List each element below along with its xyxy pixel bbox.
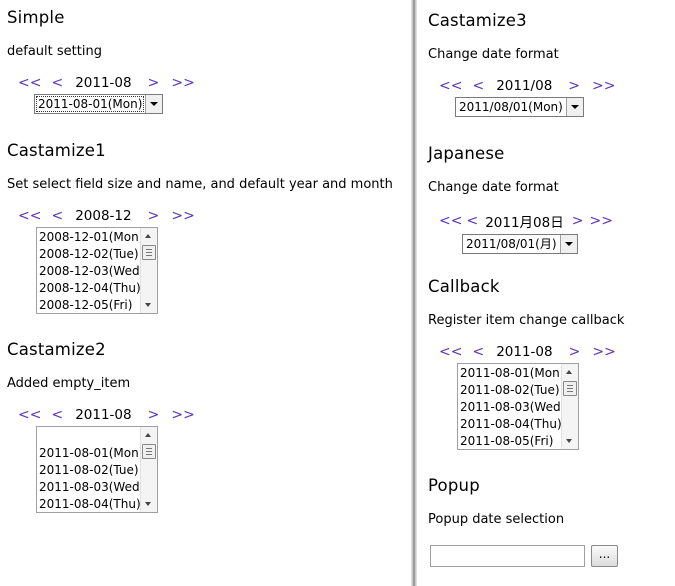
section-description: Change date format: [428, 180, 559, 195]
scroll-down-icon[interactable]: [566, 439, 572, 443]
chevron-down-icon[interactable]: [565, 98, 583, 116]
section-title: Castamize3: [428, 11, 527, 30]
section-description: Popup date selection: [428, 512, 565, 527]
current-month: 2011-08: [75, 407, 132, 423]
next-month-button[interactable]: >: [572, 213, 584, 229]
prev-month-button[interactable]: <: [51, 407, 63, 423]
prev-month-button[interactable]: <: [51, 75, 63, 91]
date-listbox[interactable]: 2011-08-01(Mon) 2011-08-02(Tue) 2011-08-…: [457, 363, 579, 450]
section-title: Castamize2: [7, 340, 106, 359]
chevron-down-icon[interactable]: [559, 235, 577, 253]
section-popup: Popup Popup date selection ...: [428, 476, 675, 586]
chevron-down-icon[interactable]: [145, 95, 163, 113]
section-castamize2: Castamize2 Added empty_item << < 2011-08…: [7, 340, 417, 513]
section-title: Simple: [7, 8, 65, 27]
date-select[interactable]: 2011/08/01(月): [462, 234, 578, 254]
date-select-value: 2011/08/01(月): [466, 237, 557, 251]
section-description: Change date format: [428, 47, 559, 62]
list-item[interactable]: 2011-08-02(Tue): [38, 462, 140, 479]
scroll-up-icon[interactable]: [145, 234, 151, 238]
list-item[interactable]: 2011-08-03(Wed): [38, 479, 144, 496]
list-item[interactable]: 2008-12-01(Mon): [38, 229, 143, 246]
prev-year-button[interactable]: <<: [439, 213, 462, 229]
section-callback: Callback Register item change callback <…: [428, 277, 675, 450]
list-item[interactable]: 2011-08-01(Mon): [38, 445, 143, 462]
current-month: 2011-08: [496, 344, 553, 360]
prev-month-button[interactable]: <: [472, 344, 484, 360]
list-item[interactable]: 2008-12-02(Tue): [38, 246, 140, 263]
list-item-empty[interactable]: [38, 428, 140, 445]
next-year-button[interactable]: >>: [592, 344, 615, 360]
section-castamize1: Castamize1 Set select field size and nam…: [7, 141, 417, 314]
prev-month-button[interactable]: <: [472, 78, 484, 94]
list-item[interactable]: 2011-08-03(Wed): [459, 399, 565, 416]
date-listbox[interactable]: 2008-12-01(Mon) 2008-12-02(Tue) 2008-12-…: [36, 227, 158, 314]
next-year-button[interactable]: >>: [171, 75, 194, 91]
month-nav: << < 2011-08 > >>: [18, 407, 417, 423]
prev-year-button[interactable]: <<: [18, 407, 41, 423]
scroll-up-icon[interactable]: [145, 433, 151, 437]
current-month: 2011/08: [496, 78, 553, 94]
section-description: Register item change callback: [428, 313, 625, 328]
prev-month-button[interactable]: <: [466, 213, 478, 229]
month-nav: << < 2008-12 > >>: [18, 208, 417, 224]
next-month-button[interactable]: >: [148, 407, 160, 423]
section-title: Japanese: [428, 144, 505, 163]
next-year-button[interactable]: >>: [171, 407, 194, 423]
month-nav: << < 2011-08 > >>: [18, 75, 417, 91]
month-nav: << < 2011/08 > >>: [439, 78, 675, 94]
section-castamize3: Castamize3 Change date format << < 2011/…: [428, 11, 675, 117]
list-item[interactable]: 2008-12-05(Fri): [38, 297, 140, 313]
popup-date-input[interactable]: [430, 545, 585, 567]
popup-open-button[interactable]: ...: [591, 545, 618, 567]
list-item[interactable]: 2008-12-03(Wed): [38, 263, 144, 280]
prev-year-button[interactable]: <<: [439, 344, 462, 360]
list-item[interactable]: 2011-08-04(Thu): [38, 496, 141, 512]
scrollbar[interactable]: [561, 364, 578, 449]
next-year-button[interactable]: >>: [171, 208, 194, 224]
prev-month-button[interactable]: <: [51, 208, 63, 224]
prev-year-button[interactable]: <<: [18, 75, 41, 91]
date-select-value: 2011-08-01(Mon): [35, 95, 146, 113]
section-description: Added empty_item: [7, 376, 131, 391]
section-japanese: Japanese Change date format << < 2011月08…: [428, 144, 675, 254]
next-month-button[interactable]: >: [148, 208, 160, 224]
section-description: Set select field size and name, and defa…: [7, 177, 393, 192]
date-select[interactable]: 2011-08-01(Mon): [34, 94, 164, 114]
current-month: 2011月08日: [485, 215, 564, 231]
scrollbar-thumb[interactable]: [142, 245, 156, 260]
prev-year-button[interactable]: <<: [439, 78, 462, 94]
next-month-button[interactable]: >: [148, 75, 160, 91]
list-item[interactable]: 2011-08-02(Tue): [459, 382, 561, 399]
section-title: Castamize1: [7, 141, 106, 160]
scroll-down-icon[interactable]: [145, 303, 151, 307]
date-select-value: 2011/08/01(Mon): [459, 100, 563, 114]
scroll-down-icon[interactable]: [145, 502, 151, 506]
section-simple: Simple default setting << < 2011-08 > >>…: [7, 8, 417, 114]
date-listbox[interactable]: 2011-08-01(Mon) 2011-08-02(Tue) 2011-08-…: [36, 426, 158, 513]
section-title: Callback: [428, 277, 500, 296]
list-item[interactable]: 2011-08-01(Mon): [459, 365, 564, 382]
scrollbar-thumb[interactable]: [563, 381, 577, 396]
scrollbar[interactable]: [140, 427, 157, 512]
next-month-button[interactable]: >: [569, 344, 581, 360]
scrollbar[interactable]: [140, 228, 157, 313]
list-item[interactable]: 2011-08-04(Thu): [459, 416, 562, 433]
scroll-up-icon[interactable]: [566, 370, 572, 374]
next-year-button[interactable]: >>: [589, 213, 612, 229]
next-year-button[interactable]: >>: [592, 78, 615, 94]
scrollbar-thumb[interactable]: [142, 444, 156, 459]
section-description: default setting: [7, 44, 102, 59]
list-item[interactable]: 2011-08-05(Fri): [459, 433, 561, 449]
pane-divider[interactable]: [411, 0, 417, 586]
date-select[interactable]: 2011/08/01(Mon): [455, 97, 584, 117]
next-month-button[interactable]: >: [568, 78, 580, 94]
list-item[interactable]: 2008-12-04(Thu): [38, 280, 141, 297]
month-nav: << < 2011月08日 > >>: [439, 211, 675, 231]
month-nav: << < 2011-08 > >>: [439, 344, 675, 360]
current-month: 2011-08: [75, 75, 132, 91]
prev-year-button[interactable]: <<: [18, 208, 41, 224]
section-title: Popup: [428, 476, 480, 495]
current-month: 2008-12: [75, 208, 132, 224]
